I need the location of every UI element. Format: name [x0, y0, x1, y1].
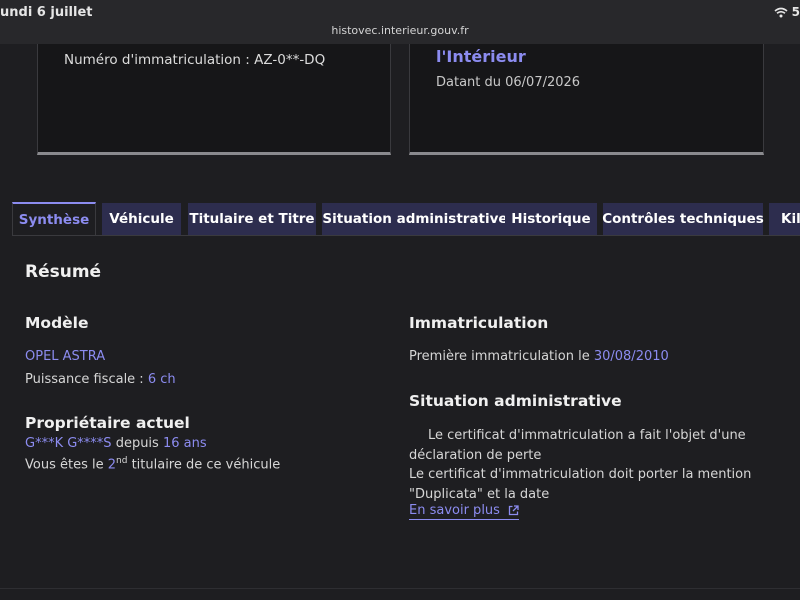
learn-more-link[interactable]: En savoir plus [409, 503, 519, 520]
owner-rank-prefix: Vous êtes le [25, 457, 108, 473]
admin-heading: Situation administrative [409, 392, 622, 410]
admin-paragraph: Le certificat d'immatriculation a fait l… [409, 426, 769, 504]
learn-more-label: En savoir plus [409, 503, 500, 518]
footer-divider [0, 588, 800, 589]
owner-heading: Propriétaire actuel [25, 414, 190, 432]
owner-name: G***K G****S [25, 436, 112, 451]
admin-duplicate-notice: Le certificat d'immatriculation doit por… [409, 467, 752, 502]
status-right: 5 [774, 5, 800, 19]
first-registration-date: 30/08/2010 [593, 349, 669, 364]
fiscal-power: Puissance fiscale : 6 ch [25, 372, 176, 387]
summary-title: Résumé [25, 262, 102, 282]
status-time: undi 6 juillet [0, 5, 93, 20]
tab-controles[interactable]: Contrôles techniques [602, 203, 764, 235]
wifi-icon [774, 7, 788, 17]
owner-line: G***K G****S depuis 16 ans [25, 436, 207, 451]
url-bar[interactable]: histovec.interieur.gouv.fr [0, 24, 800, 37]
plate-number: Numéro d'immatriculation : AZ-0**-DQ [64, 52, 326, 68]
first-registration: Première immatriculation le 30/08/2010 [409, 349, 669, 364]
tab-situation[interactable]: Situation administrative [322, 203, 508, 235]
tab-titulaire[interactable]: Titulaire et Titre [188, 203, 316, 235]
report-date: Datant du 06/07/2026 [436, 75, 581, 90]
owner-since-label: depuis [111, 436, 163, 451]
external-link-icon [508, 505, 519, 516]
tab-bar: Synthèse Véhicule Titulaire et Titre Sit… [12, 202, 800, 236]
tab-vehicule[interactable]: Véhicule [102, 203, 181, 235]
admin-loss-notice: Le certificat d'immatriculation a fait l… [409, 428, 746, 463]
tab-kilometrage[interactable]: Kil [769, 203, 800, 235]
owner-rank: Vous êtes le 2nd titulaire de ce véhicul… [25, 456, 280, 472]
owner-rank-number: 2 [107, 457, 117, 473]
owner-rank-sup: nd [116, 456, 128, 466]
first-registration-label: Première immatriculation le [409, 349, 594, 364]
model-heading: Modèle [25, 314, 89, 332]
owner-rank-suffix: titulaire de ce véhicule [127, 457, 281, 473]
model-name: OPEL ASTRA [25, 349, 106, 364]
ministry-title: l'Intérieur [436, 47, 526, 66]
fiscal-power-value: 6 ch [147, 372, 176, 387]
tabs-divider [12, 235, 800, 236]
plate-card: Numéro d'immatriculation : AZ-0**-DQ [37, 44, 391, 155]
battery-level: 5 [791, 5, 800, 19]
fiscal-power-label: Puissance fiscale : [25, 372, 148, 387]
tab-synthese[interactable]: Synthèse [12, 202, 96, 236]
status-bar: undi 6 juillet 5 histovec.interieur.gouv… [0, 0, 800, 44]
tab-historique[interactable]: Historique [505, 203, 597, 235]
owner-since-value: 16 ans [162, 436, 207, 451]
report-card: l'Intérieur Datant du 06/07/2026 [409, 44, 764, 155]
registration-heading: Immatriculation [409, 314, 549, 332]
